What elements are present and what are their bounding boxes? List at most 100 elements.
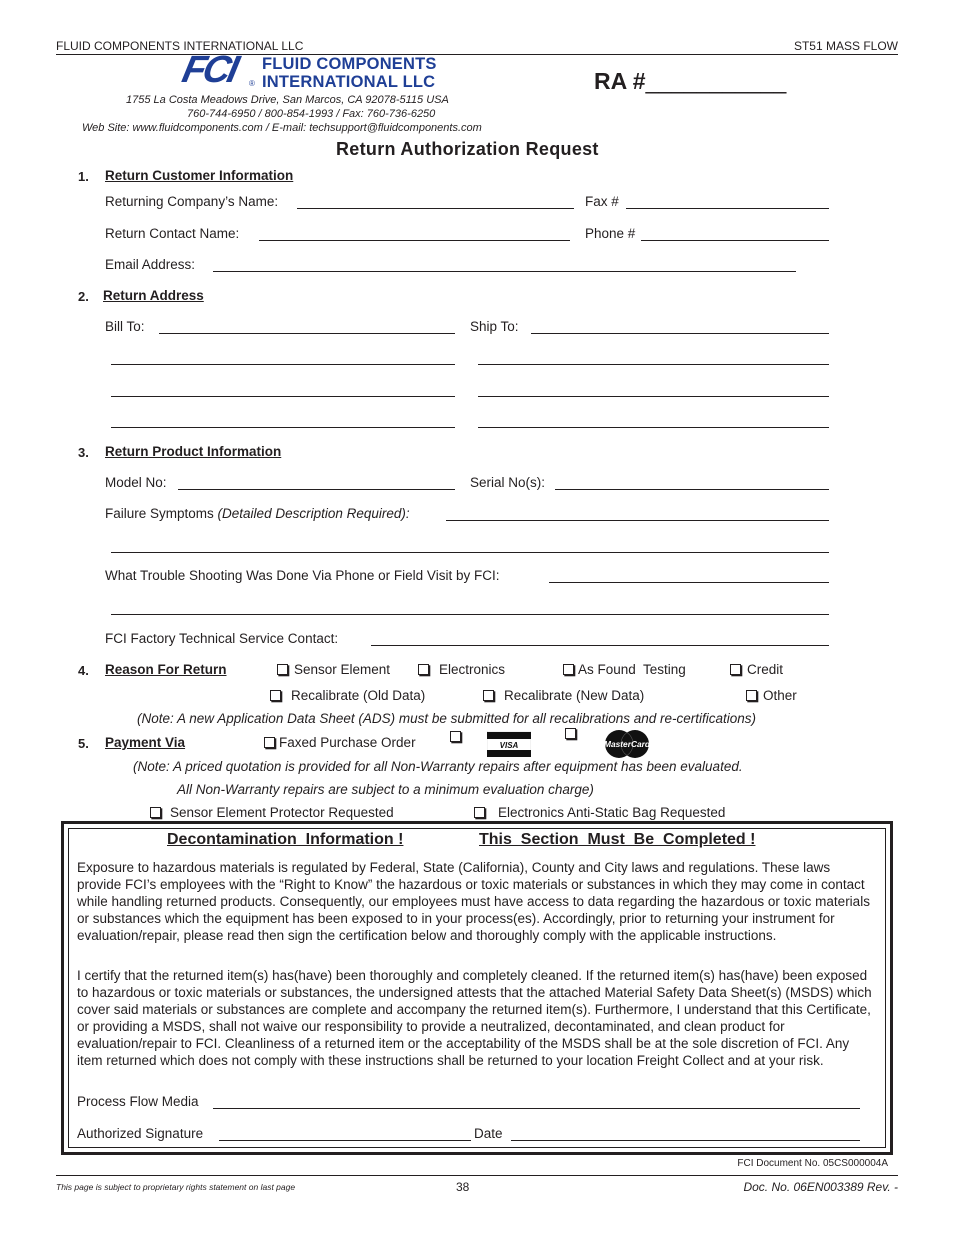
- quotation-note-2: All Non-Warranty repairs are subject to …: [177, 782, 594, 797]
- section-3-number: 3.: [78, 445, 89, 460]
- company-name-label: Returning Company’s Name:: [105, 194, 279, 209]
- reason-recalibrate-new[interactable]: Recalibrate (New Data): [483, 688, 644, 703]
- phone-field[interactable]: [641, 240, 829, 241]
- anti-static-bag-request[interactable]: Electronics Anti-Static Bag Requested: [474, 805, 725, 820]
- service-contact-label: FCI Factory Technical Service Contact:: [105, 631, 339, 646]
- header-company: FLUID COMPONENTS INTERNATIONAL LLC: [56, 39, 304, 53]
- logo-line-2: INTERNATIONAL LLC: [262, 73, 436, 91]
- troubleshoot-field-line-1[interactable]: [549, 582, 829, 583]
- option-label: Recalibrate (Old Data): [291, 688, 426, 703]
- checkbox[interactable]: [264, 737, 275, 748]
- checkbox[interactable]: [730, 664, 741, 675]
- fci-logo-mark: FCI: [178, 49, 240, 91]
- visa-card-icon: VISA: [487, 731, 532, 757]
- payment-faxed-po[interactable]: Faxed Purchase Order: [264, 735, 416, 750]
- footer-rule: [56, 1175, 898, 1176]
- option-label: Faxed Purchase Order: [279, 735, 416, 750]
- proprietary-notice: This page is subject to proprietary righ…: [56, 1182, 296, 1192]
- option-label: Credit: [747, 662, 784, 677]
- sensor-protector-request[interactable]: Sensor Element Protector Requested: [150, 805, 394, 820]
- bill-to-label: Bill To:: [105, 319, 145, 334]
- option-label: Sensor Element Protector Requested: [170, 805, 394, 820]
- section-3-title: Return Product Information: [105, 444, 282, 459]
- recalibration-note: (Note: A new Application Data Sheet (ADS…: [137, 711, 757, 726]
- troubleshoot-field-line-2[interactable]: [111, 614, 829, 615]
- section-5-title: Payment Via: [105, 735, 186, 750]
- section-2-number: 2.: [78, 289, 89, 304]
- authorized-signature-field[interactable]: [219, 1140, 471, 1141]
- section-5-number: 5.: [78, 736, 89, 751]
- decon-paragraph-1: Exposure to hazardous materials is regul…: [77, 860, 870, 943]
- bill-to-line-3[interactable]: [111, 396, 455, 397]
- failure-hint: (Detailed Description Required):: [217, 506, 410, 521]
- document-number: Doc. No. 06EN003389 Rev. -: [743, 1180, 898, 1194]
- failure-field-line-1[interactable]: [446, 520, 829, 521]
- option-label: Electronics: [439, 662, 506, 677]
- contact-name-label: Return Contact Name:: [105, 226, 240, 241]
- reason-other[interactable]: Other: [746, 688, 797, 703]
- checkbox[interactable]: [565, 728, 576, 739]
- quotation-note-1: (Note: A priced quotation is provided fo…: [133, 759, 743, 774]
- troubleshoot-label: What Trouble Shooting Was Done Via Phone…: [105, 568, 500, 583]
- process-flow-media-label: Process Flow Media: [77, 1094, 199, 1109]
- bill-to-line-4[interactable]: [111, 427, 455, 428]
- checkbox[interactable]: [746, 690, 757, 701]
- visa-card-label: VISA: [500, 741, 519, 750]
- model-field[interactable]: [178, 489, 455, 490]
- payment-mastercard[interactable]: MasterCard: [565, 728, 654, 759]
- option-label: Electronics Anti-Static Bag Requested: [498, 805, 726, 820]
- email-label: Email Address:: [105, 257, 196, 272]
- failure-label-text: Failure Symptoms: [105, 506, 214, 521]
- contact-name-field[interactable]: [259, 240, 570, 241]
- serial-field[interactable]: [555, 489, 829, 490]
- checkbox[interactable]: [418, 664, 429, 675]
- ship-to-label: Ship To:: [470, 319, 519, 334]
- email-field[interactable]: [213, 271, 796, 272]
- section-4-title: Reason For Return: [105, 662, 227, 677]
- header-rule: [56, 54, 898, 55]
- fax-label: Fax #: [585, 194, 619, 209]
- section-2-title: Return Address: [103, 288, 204, 303]
- ship-to-line-4[interactable]: [478, 427, 829, 428]
- reason-as-found-testing[interactable]: As Found Testing: [563, 662, 686, 677]
- checkbox[interactable]: [270, 690, 281, 701]
- option-label: Other: [763, 688, 797, 703]
- bill-to-line-1[interactable]: [159, 333, 455, 334]
- bill-to-line-2[interactable]: [111, 364, 455, 365]
- company-name-field[interactable]: [297, 208, 574, 209]
- reason-recalibrate-old[interactable]: Recalibrate (Old Data): [270, 688, 425, 703]
- service-contact-field[interactable]: [371, 645, 829, 646]
- checkbox[interactable]: [450, 731, 461, 743]
- ship-to-line-1[interactable]: [531, 333, 829, 334]
- process-flow-media-field[interactable]: [213, 1108, 860, 1109]
- checkbox[interactable]: [563, 664, 574, 675]
- authorized-signature-label: Authorized Signature: [77, 1126, 204, 1141]
- ship-to-line-2[interactable]: [478, 364, 829, 365]
- failure-label: Failure Symptoms (Detailed Description R…: [105, 506, 410, 521]
- option-label: Recalibrate (New Data): [504, 688, 645, 703]
- date-field[interactable]: [511, 1140, 860, 1141]
- fax-field[interactable]: [626, 208, 829, 209]
- failure-field-line-2[interactable]: [111, 552, 829, 553]
- option-label: As Found Testing: [578, 662, 686, 677]
- logo-line-1: FLUID COMPONENTS: [262, 55, 437, 73]
- section-1-number: 1.: [78, 169, 89, 184]
- reason-sensor-element[interactable]: Sensor Element: [277, 662, 390, 677]
- header-product: ST51 MASS FLOW: [793, 39, 898, 53]
- ra-label: RA #: [594, 68, 646, 94]
- ra-number-field[interactable]: RA #___________: [594, 68, 786, 95]
- checkbox[interactable]: [483, 690, 494, 701]
- date-label: Date: [474, 1126, 503, 1141]
- checkbox[interactable]: [474, 807, 485, 818]
- ship-to-line-3[interactable]: [478, 396, 829, 397]
- mastercard-icon: MasterCard: [604, 729, 652, 758]
- section-1-title: Return Customer Information: [105, 168, 294, 183]
- phone-label: Phone #: [585, 226, 636, 241]
- payment-visa[interactable]: VISA: [450, 731, 532, 757]
- section-4-number: 4.: [78, 663, 89, 678]
- checkbox[interactable]: [277, 664, 288, 675]
- form-title: Return Authorization Request: [336, 139, 599, 159]
- checkbox[interactable]: [150, 807, 161, 818]
- reason-electronics[interactable]: Electronics: [418, 662, 505, 677]
- reason-credit[interactable]: Credit: [730, 662, 783, 677]
